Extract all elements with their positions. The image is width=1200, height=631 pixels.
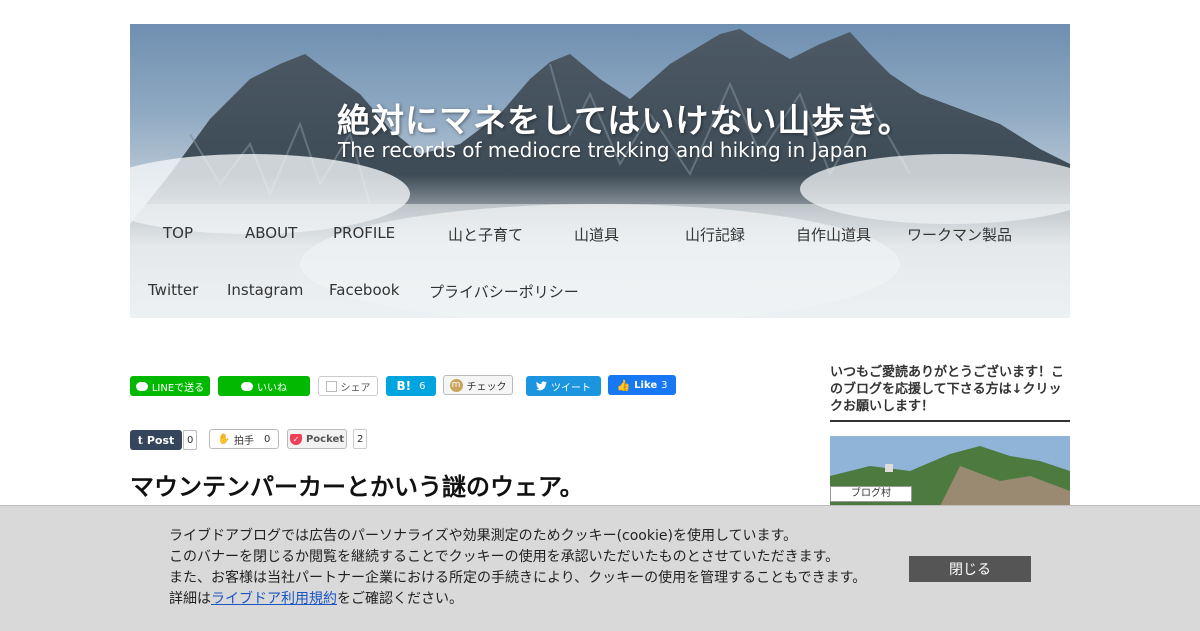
nav-item-workman[interactable]: ワークマン製品 [907,224,1012,245]
cookie-banner: ライブドアブログでは広告のパーソナライズや効果測定のためクッキー(cookie)… [0,505,1200,631]
line-send-label: LINEで送る [151,382,205,394]
hatena-icon: B! [396,379,412,393]
thumbs-up-icon: 👍 [616,378,631,392]
line-like-label: いいね [257,382,287,394]
mixi-icon: m [449,378,463,392]
cookie-line-4: 詳細はライブドア利用規約をご確認ください。 [169,589,889,610]
site-header: 絶対にマネをしてはいけない山歩き。 The records of mediocr… [130,24,1070,318]
mixi-check-label: チェック [466,381,507,393]
line-icon [135,381,148,391]
tweet-button[interactable]: ツイート [526,376,601,396]
cookie-text: ライブドアブログでは広告のパーソナライズや効果測定のためクッキー(cookie)… [169,526,889,610]
line-send-button[interactable]: LINEで送る [130,376,210,396]
clap-label: 拍手 [234,435,255,447]
cookie-details-suffix: をご確認ください。 [337,591,463,607]
line-like-button[interactable]: いいね [218,376,310,396]
cookie-line-1: ライブドアブログでは広告のパーソナライズや効果測定のためクッキー(cookie)… [169,528,798,544]
nav-item-privacy[interactable]: プライバシーポリシー [429,281,579,302]
clap-hands-icon: ✋ [217,433,231,445]
twitter-bird-icon [536,381,547,391]
cookie-line-3: また、お客様は当社パートナー企業における所定の手続きにより、クッキーの使用を管理… [169,570,867,586]
share-button[interactable]: シェア [318,376,378,396]
blogmura-badge[interactable]: ブログ村 [830,486,912,502]
pocket-button[interactable]: ✓ Pocket [287,429,347,449]
post-title[interactable]: マウンテンパーカーとかいう謎のウェア。 [130,467,584,502]
facebook-like-button[interactable]: 👍 Like 3 [608,375,676,395]
terms-link[interactable]: ライブドア利用規約 [211,591,337,607]
cookie-line-2: このバナーを閉じるか閲覧を継続することでクッキーの使用を承認いただいたものとさせ… [169,549,840,565]
hatena-count: 6 [419,380,426,392]
hatena-bookmark-button[interactable]: B! 6 [386,376,436,396]
nav-item-top[interactable]: TOP [163,224,193,242]
share-label: シェア [340,382,371,394]
tumblr-post-label: Post [146,433,175,447]
nav-item-about[interactable]: ABOUT [245,224,297,242]
site-subtitle: The records of mediocre trekking and hik… [338,138,868,162]
pocket-label: Pocket [305,433,345,445]
nav-item-gear[interactable]: 山道具 [574,224,619,245]
tumblr-icon: t [137,433,143,447]
tumblr-count: 0 [183,430,198,450]
nav-item-twitter[interactable]: Twitter [148,281,198,299]
checkbox-icon [325,380,337,392]
mixi-check-button[interactable]: m チェック [443,375,513,395]
nav-item-instagram[interactable]: Instagram [227,281,303,299]
blogmura-banner-image[interactable]: ブログ村 [830,436,1070,506]
nav-item-facebook[interactable]: Facebook [329,281,399,299]
pocket-icon: ✓ [289,433,302,445]
site-title[interactable]: 絶対にマネをしてはいけない山歩き。 [337,94,937,142]
clap-button[interactable]: ✋ 拍手 0 [209,429,279,449]
sidebar-heading: いつもご愛読ありがとうございます！このブログを応援して下さる方は↓クリックお願い… [830,364,1070,422]
fb-like-count: 3 [661,379,668,391]
fb-like-label: Like [634,379,658,391]
nav-item-diy-gear[interactable]: 自作山道具 [796,224,871,245]
cookie-close-button[interactable]: 閉じる [909,556,1031,582]
clap-count: 0 [264,433,271,445]
nav-item-parenting[interactable]: 山と子育て [448,224,523,245]
nav-item-profile[interactable]: PROFILE [333,224,395,242]
tweet-label: ツイート [551,382,591,394]
line-icon [241,381,253,391]
cookie-details-prefix: 詳細は [169,591,211,607]
nav-item-trip-records[interactable]: 山行記録 [685,224,745,245]
pocket-count: 2 [353,429,368,449]
main-nav: TOP ABOUT PROFILE 山と子育て 山道具 山行記録 自作山道具 ワ… [130,204,1070,318]
tumblr-post-button[interactable]: t Post [130,430,182,450]
